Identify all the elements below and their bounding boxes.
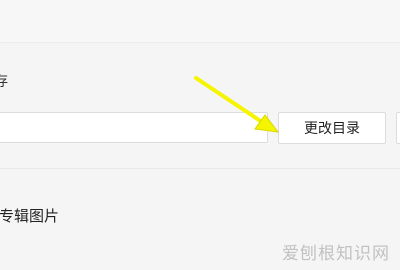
watermark: 爱刨根知识网 [282, 244, 390, 264]
album-art-option-label: 专辑图片 [0, 207, 60, 225]
change-directory-button[interactable]: 更改目录 [278, 112, 386, 144]
section-label: 存 [0, 74, 8, 90]
directory-path-input[interactable] [0, 112, 268, 143]
divider [0, 168, 400, 169]
top-strip [0, 0, 400, 43]
open-directory-button[interactable] [396, 112, 400, 144]
download-directory-panel: 存 更改目录 [0, 43, 400, 168]
